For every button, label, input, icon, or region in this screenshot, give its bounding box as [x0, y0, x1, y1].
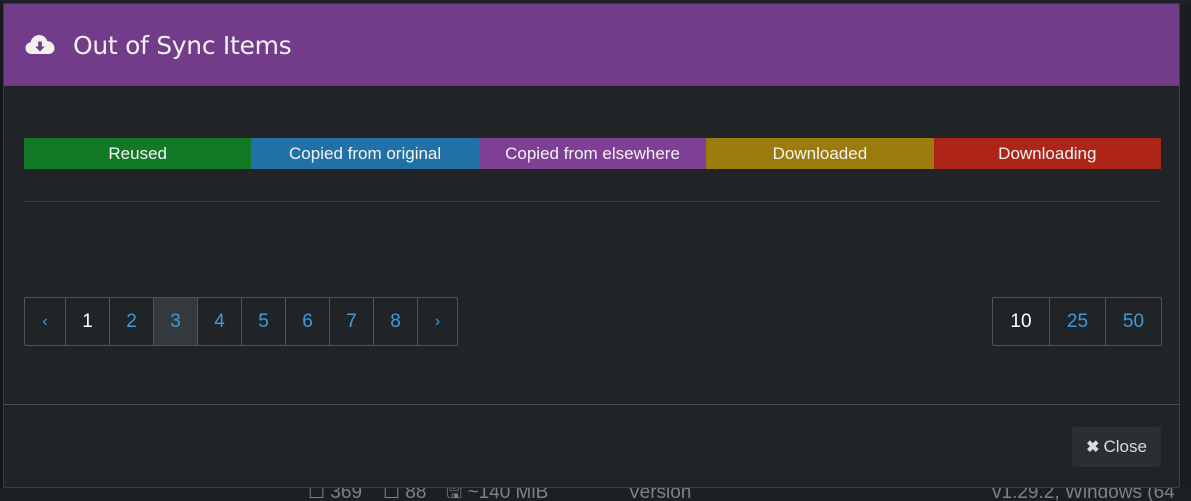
legend-segment: Copied from original: [251, 138, 479, 169]
modal-title: Out of Sync Items: [73, 31, 292, 60]
legend-segment: Copied from elsewhere: [478, 138, 707, 169]
pagination: ‹ 1 2 3 4 5 6 7 8 ›: [24, 297, 458, 346]
close-button[interactable]: ✖ Close: [1072, 427, 1161, 467]
modal-header: Out of Sync Items: [4, 4, 1179, 86]
bg-stat-size: 🖫 ~140 MiB: [446, 488, 549, 501]
legend-segment: Reused: [24, 138, 252, 169]
page-size-option-10[interactable]: 10: [993, 298, 1049, 345]
bg-version-value: v1.29.2, Windows (64: [992, 488, 1175, 501]
footer-divider: [4, 404, 1179, 405]
close-button-label: Close: [1103, 437, 1147, 456]
page-button-1[interactable]: 1: [65, 298, 109, 345]
bg-version-label: Version: [628, 488, 692, 501]
content-divider: [24, 201, 1161, 202]
legend-segment: Downloaded: [706, 138, 934, 169]
page-button-3[interactable]: 3: [153, 298, 197, 345]
next-page-button[interactable]: ›: [417, 298, 457, 345]
page-size-option-25[interactable]: 25: [1049, 298, 1105, 345]
background-page-bottom: ☐ 369 ☐ 88 🖫 ~140 MiB Version v1.29.2, W…: [0, 488, 1191, 501]
bg-stat-files: ☐ 369: [308, 488, 363, 501]
close-icon: ✖: [1086, 439, 1100, 456]
cloud-download-icon: [25, 35, 55, 54]
page-button-8[interactable]: 8: [373, 298, 417, 345]
page-button-5[interactable]: 5: [241, 298, 285, 345]
bg-stat-folders: ☐ 88: [383, 488, 427, 501]
page-size-option-50[interactable]: 50: [1105, 298, 1161, 345]
page-button-7[interactable]: 7: [329, 298, 373, 345]
sync-legend-bar: Reused Copied from original Copied from el…: [24, 138, 1162, 169]
out-of-sync-modal: Out of Sync Items Reused Copied from orig…: [3, 3, 1180, 488]
background-page-right: [1180, 6, 1191, 488]
page-button-2[interactable]: 2: [109, 298, 153, 345]
page-button-4[interactable]: 4: [197, 298, 241, 345]
prev-page-button[interactable]: ‹: [25, 298, 65, 345]
page-button-6[interactable]: 6: [285, 298, 329, 345]
page-size-selector: 10 25 50: [992, 297, 1162, 346]
legend-segment: Downloading: [933, 138, 1162, 169]
